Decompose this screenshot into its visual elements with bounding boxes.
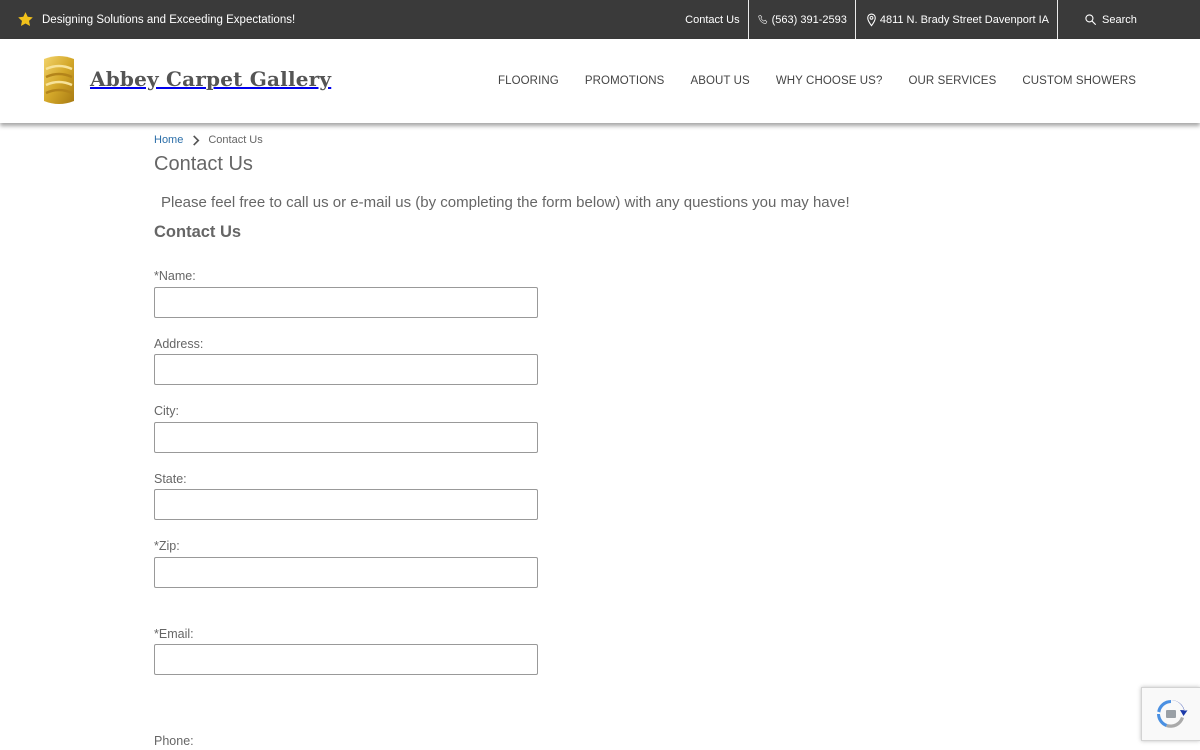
search-button[interactable]: Search (1058, 0, 1200, 39)
address-link[interactable]: 4811 N. Brady Street Davenport IA (856, 0, 1057, 39)
intro-text: Please feel free to call us or e-mail us… (161, 194, 850, 211)
recaptcha-icon (1157, 700, 1188, 728)
nav-promotions[interactable]: PROMOTIONS (585, 75, 665, 87)
tagline: Designing Solutions and Exceeding Expect… (17, 0, 295, 39)
divider (854, 0, 856, 39)
page-title: Contact Us (154, 153, 253, 175)
zip-input[interactable] (154, 557, 538, 588)
breadcrumb-current: Contact Us (208, 134, 263, 146)
breadcrumb: Home Contact Us (154, 134, 263, 146)
contact-us-link[interactable]: Contact Us (675, 0, 747, 39)
brand-name: Abbey Carpet Gallery (90, 66, 332, 91)
state-label: State: (154, 472, 187, 486)
brand-logo-link[interactable]: Abbey Carpet Gallery (40, 55, 331, 105)
name-label: *Name: (154, 269, 196, 283)
phone-link[interactable]: (563) 391-2593 (749, 0, 855, 39)
star-icon (18, 12, 33, 26)
name-input[interactable] (154, 287, 538, 318)
tagline-text: Designing Solutions and Exceeding Expect… (42, 13, 296, 26)
address-input[interactable] (154, 354, 538, 385)
nav-flooring[interactable]: FLOORING (498, 75, 559, 87)
search-icon (1085, 14, 1096, 25)
site-header: Abbey Carpet Gallery FLOORING PROMOTIONS… (0, 39, 1200, 123)
main-nav: FLOORING PROMOTIONS ABOUT US WHY CHOOSE … (472, 39, 1136, 123)
nav-custom-showers[interactable]: CUSTOM SHOWERS (1022, 75, 1136, 87)
email-label: *Email: (154, 627, 194, 641)
breadcrumb-home-link[interactable]: Home (154, 134, 183, 146)
form-title: Contact Us (154, 223, 242, 241)
email-input[interactable] (154, 644, 538, 675)
recaptcha-badge[interactable] (1141, 687, 1200, 741)
nav-our-services[interactable]: OUR SERVICES (908, 75, 996, 87)
city-input[interactable] (154, 422, 538, 453)
city-label: City: (154, 404, 179, 418)
phone-icon (757, 14, 767, 24)
top-bar: Designing Solutions and Exceeding Expect… (0, 0, 1200, 39)
search-label: Search (1102, 13, 1137, 26)
map-pin-icon (867, 13, 876, 27)
state-input[interactable] (154, 489, 538, 520)
phone-label: Phone: (154, 734, 194, 748)
address-label: Address: (154, 337, 204, 351)
nav-why-choose-us[interactable]: WHY CHOOSE US? (776, 75, 883, 87)
abbey-logo-icon (44, 56, 74, 104)
chevron-right-icon (193, 134, 200, 146)
address-text: 4811 N. Brady Street Davenport IA (879, 13, 1049, 26)
divider (1057, 0, 1058, 39)
zip-label: *Zip: (154, 539, 180, 553)
nav-about-us[interactable]: ABOUT US (690, 75, 749, 87)
divider (747, 0, 749, 39)
phone-number: (563) 391-2593 (771, 13, 847, 26)
